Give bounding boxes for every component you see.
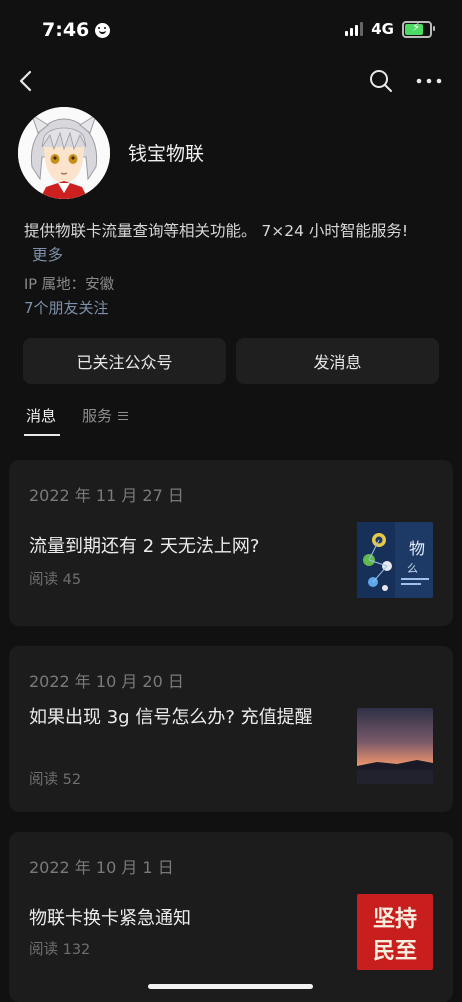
article-card[interactable]: 2022 年 10 月 20 日 如果出现 3g 信号怎么办? 充值提醒 阅读 … [9,646,453,812]
thumb-text: 坚持 [373,907,417,932]
thumb-text: 物 [409,539,425,558]
clock-text: 7:46 [42,19,90,41]
account-name: 钱宝物联 [128,143,205,165]
account-description: 提供物联卡流量查询等相关功能。 7×24 小时智能服务! 更多 [24,219,420,267]
nav-bar [0,62,462,102]
tab-bar: 消息 服务 [23,405,129,436]
article-title[interactable]: 如果出现 3g 信号怎么办? 充值提醒 [29,703,333,733]
article-date: 2022 年 11 月 27 日 [29,486,184,505]
article-card[interactable]: 2022 年 10 月 1 日 物联卡换卡紧急通知 阅读 132 坚持 民至 [9,832,453,1002]
article-title[interactable]: 物联卡换卡紧急通知 [29,904,333,934]
sunset-thumbnail[interactable] [357,708,433,784]
avatar[interactable] [18,107,110,199]
back-icon[interactable] [16,70,38,92]
article-card[interactable]: 2022 年 11 月 27 日 流量到期还有 2 天无法上网? 阅读 45 物… [9,460,453,626]
description-text: 提供物联卡流量查询等相关功能。 7×24 小时智能服务! [24,222,409,240]
friends-following-link[interactable]: 7个朋友关注 [24,297,109,318]
battery-icon: ⚡ [402,20,435,38]
article-reads: 阅读 45 [29,572,82,588]
article-reads: 阅读 132 [29,942,91,958]
article-title[interactable]: 流量到期还有 2 天无法上网? [29,532,333,562]
tab-services[interactable]: 服务 [82,405,129,436]
ip-location: IP 属地：安徽 [24,277,115,293]
tab-services-label: 服务 [82,407,113,425]
article-date: 2022 年 10 月 1 日 [29,858,174,877]
menu-icon [118,411,129,420]
smiley-icon [95,22,111,38]
signal-icon [345,22,364,36]
red-calligraphy-thumbnail[interactable]: 坚持 民至 [357,894,433,970]
thumb-text: 民至 [373,939,417,964]
thumb-text: 么 [407,562,418,575]
followed-button[interactable]: 已关注公众号 [23,338,226,384]
status-bar: 7:46 4G ⚡ [0,0,462,60]
network-type: 4G [371,20,394,38]
more-options-icon[interactable] [416,74,442,88]
article-reads: 阅读 52 [29,772,82,788]
tab-messages[interactable]: 消息 [23,405,61,436]
status-time: 7:46 [42,19,111,41]
iot-app-thumbnail[interactable]: 物 么 [357,522,433,598]
search-icon[interactable] [368,68,394,94]
action-buttons: 已关注公众号 发消息 [23,338,439,384]
status-indicators: 4G ⚡ [345,20,435,38]
home-indicator[interactable] [148,984,313,989]
article-date: 2022 年 10 月 20 日 [29,672,184,691]
more-link[interactable]: 更多 [32,246,63,264]
send-message-button[interactable]: 发消息 [236,338,439,384]
tab-messages-label: 消息 [26,407,57,425]
